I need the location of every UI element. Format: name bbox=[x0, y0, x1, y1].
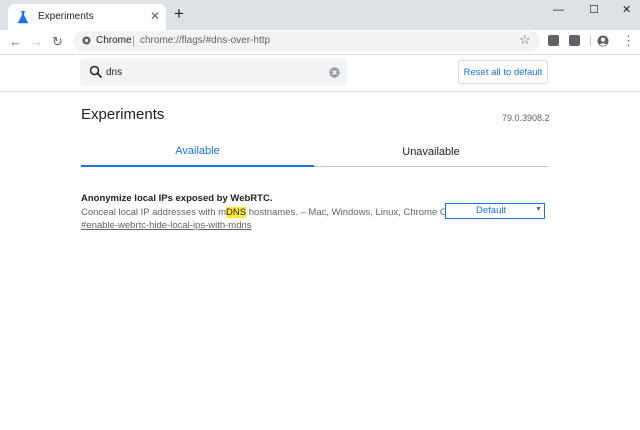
omnibox-separator bbox=[133, 36, 134, 46]
description-text: Conceal local IP addresses with m bbox=[81, 207, 227, 218]
maximize-button[interactable]: ☐ bbox=[589, 3, 599, 17]
search-icon bbox=[89, 65, 103, 79]
experiment-title: Anonymize local IPs exposed by WebRTC. bbox=[81, 193, 273, 204]
tab-unavailable[interactable]: Unavailable bbox=[314, 140, 548, 167]
profile-avatar-icon[interactable] bbox=[597, 35, 609, 47]
search-input[interactable]: dns bbox=[106, 67, 122, 78]
url-text[interactable]: chrome://flags/#dns-over-http bbox=[140, 35, 270, 46]
extension-shield-icon[interactable] bbox=[548, 35, 559, 46]
browser-tab[interactable]: Experiments ✕ bbox=[8, 4, 166, 30]
back-button[interactable]: ← bbox=[9, 34, 22, 49]
tab-available[interactable]: Available bbox=[81, 140, 314, 167]
address-bar[interactable]: Chrome chrome://flags/#dns-over-http ☆ bbox=[73, 31, 540, 51]
experiment-permalink[interactable]: #enable-webrtc-hide-local-ips-with-mdns bbox=[81, 220, 252, 231]
version-label: 79.0.3908.2 bbox=[502, 113, 550, 123]
new-tab-button[interactable]: + bbox=[174, 5, 184, 23]
tab-title: Experiments bbox=[38, 11, 94, 22]
flask-icon bbox=[17, 11, 29, 24]
reset-all-button[interactable]: Reset all to default bbox=[458, 60, 548, 84]
tab-close-icon[interactable]: ✕ bbox=[150, 9, 160, 23]
bookmark-star-icon[interactable]: ☆ bbox=[519, 32, 531, 48]
select-value: Default bbox=[476, 205, 507, 216]
dropdown-arrow-icon: ▼ bbox=[535, 206, 542, 213]
forward-button[interactable]: → bbox=[30, 34, 43, 49]
minimize-button[interactable]: — bbox=[553, 3, 564, 17]
tab-strip: Experiments ✕ + — ☐ ✕ bbox=[0, 0, 640, 30]
menu-button[interactable]: ⋮ bbox=[622, 34, 635, 48]
experiment-state-select[interactable]: Default ▼ bbox=[445, 203, 545, 219]
search-box[interactable]: dns bbox=[80, 58, 347, 86]
experiment-description: Conceal local IP addresses with mDNS hos… bbox=[81, 207, 454, 218]
toolbar-separator bbox=[590, 36, 591, 46]
extension-download-icon[interactable] bbox=[569, 35, 580, 46]
search-highlight: DNS bbox=[226, 207, 247, 218]
close-window-button[interactable]: ✕ bbox=[622, 3, 631, 17]
reload-button[interactable]: ↻ bbox=[52, 34, 63, 49]
clear-search-icon[interactable] bbox=[329, 67, 340, 78]
origin-chip: Chrome bbox=[96, 35, 132, 46]
description-text-platforms: hostnames. – Mac, Windows, Linux, Chrome… bbox=[246, 207, 454, 218]
page-title: Experiments bbox=[81, 106, 165, 123]
chrome-logo-icon bbox=[82, 36, 91, 45]
